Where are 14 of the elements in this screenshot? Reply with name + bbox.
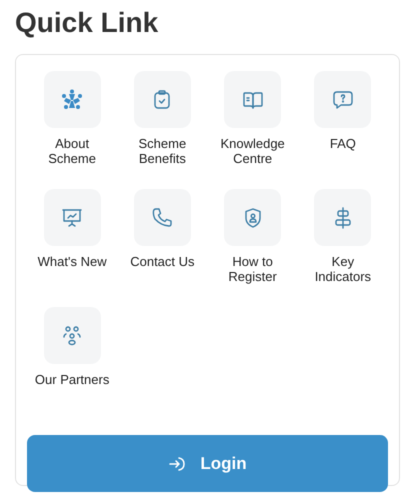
quick-link[interactable]: Contact Us	[117, 189, 208, 295]
people-icon	[60, 88, 84, 112]
login-button[interactable]: Login	[27, 435, 388, 492]
quick-link[interactable]: Key Indicators	[298, 189, 388, 295]
quick-link[interactable]: How to Register	[208, 189, 298, 295]
quick-link[interactable]: FAQ	[298, 71, 388, 177]
quick-link[interactable]: Scheme Benefits	[117, 71, 208, 177]
section-title: Quick Link	[15, 6, 160, 40]
quick-link[interactable]: Knowledge Centre	[208, 71, 298, 177]
sign-in-icon	[168, 454, 186, 472]
quick-link[interactable]: What's New	[27, 189, 118, 295]
quick-link[interactable]: Our Partners	[27, 307, 118, 413]
phone-icon	[150, 206, 174, 230]
quick-link[interactable]: About Scheme	[27, 71, 118, 177]
